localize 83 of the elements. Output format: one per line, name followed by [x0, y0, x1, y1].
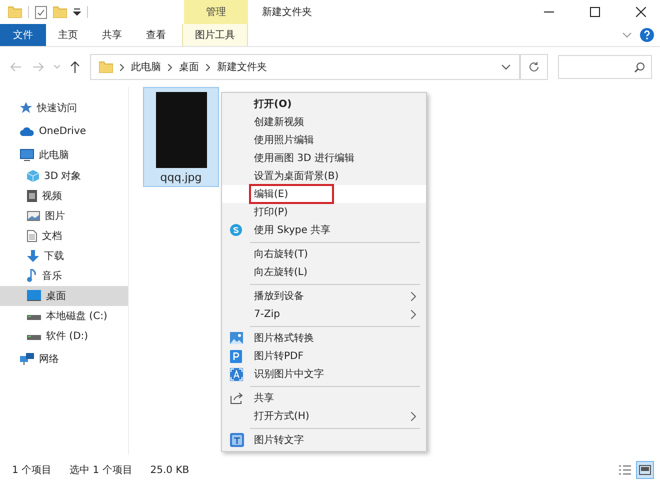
sidebar-item[interactable]: 下载: [0, 246, 128, 266]
large-icons-icon: [639, 465, 651, 475]
share-icon: [230, 392, 244, 404]
sidebar-item[interactable]: 视频: [0, 186, 128, 206]
menu-item[interactable]: 7-Zip: [222, 305, 426, 323]
file-tile[interactable]: qqq.jpg: [143, 87, 219, 187]
refresh-button[interactable]: [520, 54, 548, 80]
sidebar-item[interactable]: 文档: [0, 226, 128, 246]
ribbon-tab[interactable]: 共享: [90, 24, 134, 46]
sidebar-item[interactable]: 快速访问: [0, 98, 128, 118]
menu-item[interactable]: 图片转文字: [222, 431, 426, 449]
breadcrumb-item[interactable]: 桌面: [179, 60, 199, 74]
menu-item[interactable]: 共享: [222, 389, 426, 407]
dropdown-icon[interactable]: [73, 8, 81, 16]
chevron-right-icon: [120, 64, 124, 70]
network-icon: [20, 352, 34, 365]
music-note-icon: [27, 269, 37, 282]
window-title: 新建文件夹: [261, 6, 313, 19]
address-field[interactable]: 此电脑 桌面 新建文件夹: [90, 54, 520, 80]
skype-icon: [230, 224, 242, 236]
picture-icon: [27, 210, 40, 220]
sidebar-item[interactable]: 图片: [0, 206, 128, 226]
list-icon: [619, 465, 631, 475]
sidebar-item[interactable]: 此电脑: [0, 145, 128, 166]
ribbon-tab[interactable]: 查看: [134, 24, 178, 46]
file-name: qqq.jpg: [160, 171, 202, 184]
menu-item[interactable]: 使用照片编辑: [222, 131, 426, 149]
menu-item[interactable]: 图片格式转换: [222, 329, 426, 347]
document-icon: [27, 230, 37, 242]
breadcrumb-item[interactable]: 新建文件夹: [217, 60, 267, 74]
breadcrumb-item[interactable]: 此电脑: [131, 60, 161, 74]
sidebar-item[interactable]: 桌面: [0, 286, 128, 306]
sidebar-item[interactable]: OneDrive: [0, 122, 128, 142]
menu-item[interactable]: 识别图片中文字: [222, 365, 426, 383]
help-icon[interactable]: [640, 28, 654, 42]
menu-item[interactable]: 向左旋转(L): [222, 263, 426, 281]
ribbon-tab[interactable]: 图片工具: [182, 24, 248, 46]
menu-item[interactable]: 设置为桌面背景(B): [222, 167, 426, 185]
menu-item[interactable]: 图片转PDF: [222, 347, 426, 365]
menu-item[interactable]: 向右旋转(T): [222, 245, 426, 263]
star-icon: [20, 102, 32, 114]
status-text: 选中 1 个项目: [70, 464, 132, 477]
scan-text-icon: [230, 368, 243, 380]
cloud-icon: [20, 127, 34, 136]
film-icon: [27, 190, 37, 202]
search-field[interactable]: [558, 55, 652, 79]
pdf-icon: [230, 350, 242, 362]
chevron-down-icon[interactable]: [501, 64, 511, 70]
close-icon[interactable]: [636, 7, 646, 17]
chevron-right-icon: [168, 64, 172, 70]
computer-icon: [20, 149, 34, 162]
menu-item[interactable]: 打开方式(H): [222, 407, 426, 425]
desktop-icon: [27, 290, 41, 301]
sidebar-item[interactable]: 音乐: [0, 266, 128, 286]
cube-icon: [27, 170, 39, 182]
sidebar-item[interactable]: 本地磁盘 (C:): [0, 306, 128, 326]
menu-item[interactable]: 打印(P): [222, 203, 426, 221]
ribbon-tab[interactable]: 主页: [46, 24, 90, 46]
status-text: 25.0 KB: [150, 464, 190, 476]
refresh-icon: [528, 61, 540, 73]
menu-item[interactable]: 使用 Skype 共享: [222, 221, 426, 239]
folder-icon: [99, 61, 113, 73]
chevron-right-icon: [206, 64, 210, 70]
up-arrow-icon[interactable]: [70, 61, 80, 73]
checklist-icon[interactable]: [35, 6, 47, 18]
picture-icon: [230, 332, 243, 344]
download-arrow-icon: [27, 250, 39, 262]
menu-item[interactable]: 使用画图 3D 进行编辑: [222, 149, 426, 167]
search-icon: [634, 62, 645, 72]
menu-item[interactable]: 打开(O): [222, 95, 426, 113]
ribbon-tab[interactable]: 文件: [0, 24, 46, 46]
sidebar-item[interactable]: 3D 对象: [0, 166, 128, 186]
menu-item[interactable]: 播放到设备: [222, 287, 426, 305]
context-tab-header: 管理: [184, 0, 248, 24]
maximize-icon[interactable]: [590, 7, 600, 17]
sidebar-item[interactable]: 软件 (D:): [0, 326, 128, 346]
status-text: 1 个项目: [12, 464, 52, 477]
large-icons-view-button[interactable]: [636, 461, 654, 479]
sidebar-item[interactable]: 网络: [0, 348, 128, 369]
highlight-frame: 编辑(E): [249, 184, 334, 204]
image-text-icon: [230, 433, 244, 447]
menu-item[interactable]: 创建新视频: [222, 113, 426, 131]
menu-item[interactable]: 编辑(E): [222, 185, 426, 203]
